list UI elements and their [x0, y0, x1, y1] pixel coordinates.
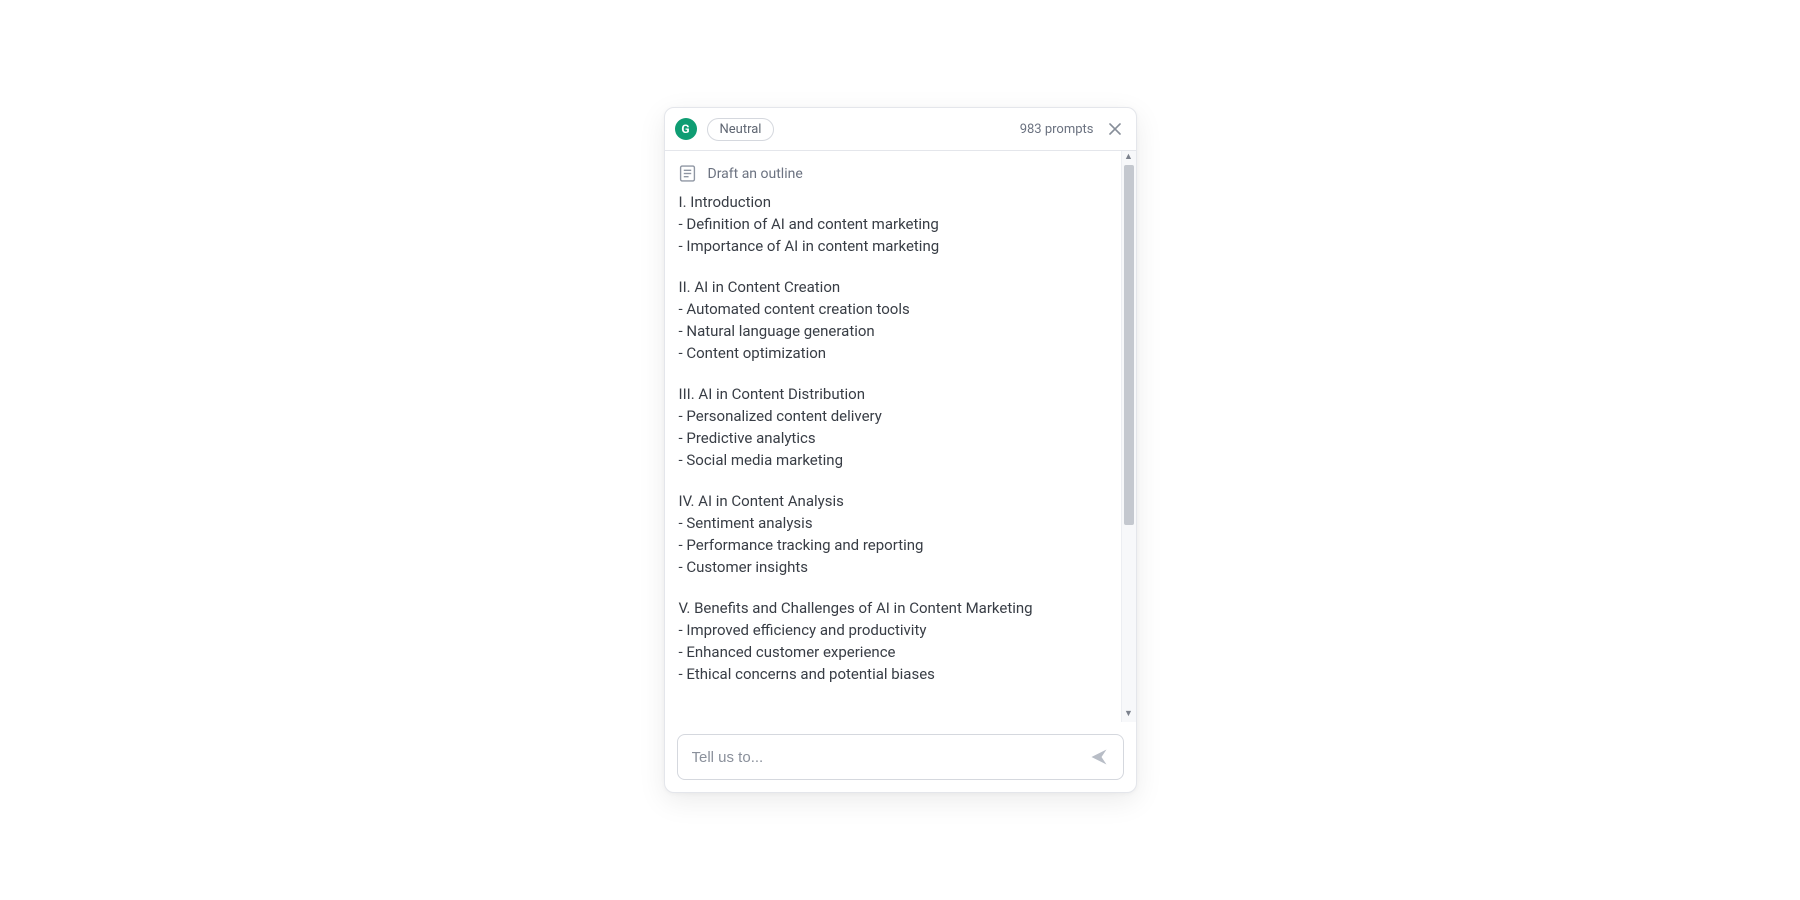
content-area: Draft an outline I. Introduction- Defini…: [665, 151, 1121, 722]
scroll-thumb[interactable]: [1124, 165, 1134, 525]
outline-bullet: - Importance of AI in content marketing: [679, 236, 1107, 258]
outline-bullet: - Natural language generation: [679, 321, 1107, 343]
composer-input-row: [677, 734, 1124, 780]
outline-section-heading: I. Introduction: [679, 192, 1107, 214]
outline-bullet: - Enhanced customer experience: [679, 642, 1107, 664]
outline-section-heading: IV. AI in Content Analysis: [679, 491, 1107, 513]
outline-section-heading: II. AI in Content Creation: [679, 277, 1107, 299]
logo-letter: G: [681, 122, 689, 136]
composer-area: [665, 722, 1136, 792]
scroll-down-arrow-icon[interactable]: ▼: [1122, 709, 1136, 721]
outline-bullet: - Content optimization: [679, 343, 1107, 365]
outline-bullet: - Performance tracking and reporting: [679, 535, 1107, 557]
outline-bullet: - Predictive analytics: [679, 428, 1107, 450]
tone-selector[interactable]: Neutral: [707, 118, 775, 141]
document-action-title: Draft an outline: [708, 166, 803, 182]
outline-bullet: - Sentiment analysis: [679, 513, 1107, 535]
outline-section-heading: III. AI in Content Distribution: [679, 384, 1107, 406]
outline-bullet: - Improved efficiency and productivity: [679, 620, 1107, 642]
outline-document-icon: [679, 165, 696, 182]
outline-content: I. Introduction- Definition of AI and co…: [679, 192, 1107, 685]
send-button[interactable]: [1085, 743, 1113, 771]
grammarly-logo-icon: G: [675, 118, 697, 140]
panel-header: G Neutral 983 prompts: [665, 108, 1136, 150]
outline-section-heading: V. Benefits and Challenges of AI in Cont…: [679, 598, 1107, 620]
assistant-panel: G Neutral 983 prompts Draft an outline I…: [664, 107, 1137, 793]
prompt-count: 983 prompts: [1020, 122, 1094, 137]
outline-bullet: - Customer insights: [679, 557, 1107, 579]
outline-bullet: - Social media marketing: [679, 450, 1107, 472]
outline-bullet: - Definition of AI and content marketing: [679, 214, 1107, 236]
scroll-up-arrow-icon[interactable]: ▲: [1122, 152, 1136, 164]
close-button[interactable]: [1104, 118, 1126, 140]
composer-input[interactable]: [692, 749, 1075, 766]
tone-label: Neutral: [720, 122, 762, 137]
send-icon: [1089, 747, 1109, 767]
outline-bullet: - Ethical concerns and potential biases: [679, 664, 1107, 686]
outline-bullet: - Personalized content delivery: [679, 406, 1107, 428]
vertical-scrollbar[interactable]: ▲ ▼: [1121, 151, 1136, 722]
document-action-header: Draft an outline: [679, 165, 1107, 182]
outline-bullet: - Automated content creation tools: [679, 299, 1107, 321]
close-icon: [1109, 123, 1121, 135]
panel-body: Draft an outline I. Introduction- Defini…: [665, 150, 1136, 722]
